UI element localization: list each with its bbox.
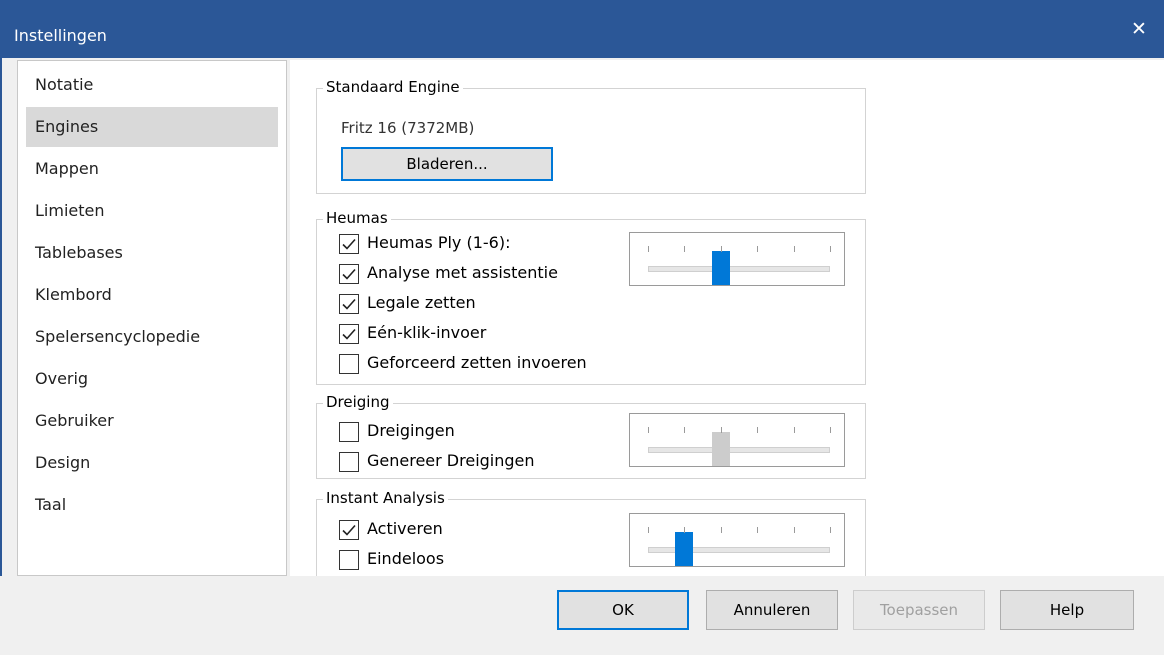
dreiging-group-label: Dreiging	[323, 393, 393, 411]
instant-analysis-group: Instant Analysis Activeren Eindeloos	[316, 489, 866, 579]
window-title: Instellingen	[14, 26, 107, 45]
checkbox-box	[339, 264, 359, 284]
instant-analysis-group-label: Instant Analysis	[323, 489, 448, 507]
slider-tick	[830, 427, 831, 433]
sidebar-item-tablebases[interactable]: Tablebases	[26, 233, 278, 273]
window-frame-left	[0, 58, 2, 655]
slider-tick	[793, 246, 795, 252]
legale-zetten-label: Legale zetten	[367, 293, 476, 312]
eindeloos-label: Eindeloos	[367, 549, 445, 568]
genereer-dreigingen-label: Genereer Dreigingen	[367, 451, 535, 470]
dreiging-slider[interactable]	[629, 413, 845, 467]
sidebar-item-notatie[interactable]: Notatie	[26, 65, 278, 105]
slider-tick	[757, 427, 759, 433]
checkmark-icon	[342, 268, 356, 280]
heumas-group-label: Heumas	[323, 209, 391, 227]
slider-tick	[720, 527, 722, 533]
slider-tick	[684, 427, 686, 433]
sidebar-item-gebruiker[interactable]: Gebruiker	[26, 401, 278, 441]
sidebar-item-spelersencyclopedie[interactable]: Spelersencyclopedie	[26, 317, 278, 357]
sidebar-item-taal[interactable]: Taal	[26, 485, 278, 525]
checkbox-box	[339, 234, 359, 254]
sidebar-item-overig[interactable]: Overig	[26, 359, 278, 399]
engine-name: Fritz 16 (7372MB)	[341, 119, 475, 137]
standard-engine-group: Standaard Engine Fritz 16 (7372MB) Blade…	[316, 78, 866, 194]
slider-tick	[757, 246, 759, 252]
checkbox-box	[339, 452, 359, 472]
slider-tick	[720, 427, 722, 433]
sidebar-item-mappen[interactable]: Mappen	[26, 149, 278, 189]
title-bar: Instellingen ✕	[0, 0, 1164, 58]
cancel-button[interactable]: Annuleren	[706, 590, 838, 630]
checkmark-icon	[342, 238, 356, 250]
help-button[interactable]: Help	[1000, 590, 1134, 630]
checkbox-box	[339, 520, 359, 540]
slider-thumb[interactable]	[711, 251, 730, 285]
heumas-ply-label: Heumas Ply (1-6):	[367, 233, 511, 252]
heumas-ply-slider[interactable]	[629, 232, 845, 286]
slider-tick	[648, 427, 649, 433]
dialog-footer: OK Annuleren Toepassen Help	[0, 576, 1164, 655]
dreiging-group: Dreiging Dreigingen Genereer Dreigingen	[316, 393, 866, 479]
ok-button[interactable]: OK	[557, 590, 689, 630]
dreigingen-label: Dreigingen	[367, 421, 455, 440]
apply-button: Toepassen	[853, 590, 985, 630]
slider-tick	[720, 246, 722, 252]
sidebar-item-limieten[interactable]: Limieten	[26, 191, 278, 231]
checkbox-box	[339, 354, 359, 374]
slider-track	[648, 266, 830, 272]
checkmark-icon	[342, 298, 356, 310]
analyse-met-assistentie-label: Analyse met assistentie	[367, 263, 558, 282]
checkbox-box	[339, 324, 359, 344]
instant-analysis-slider[interactable]	[629, 513, 845, 567]
slider-tick	[757, 527, 759, 533]
slider-tick	[830, 527, 831, 533]
slider-track	[648, 447, 830, 453]
checkbox-box	[339, 550, 359, 570]
sidebar-item-engines[interactable]: Engines	[26, 107, 278, 147]
checkmark-icon	[342, 524, 356, 536]
slider-tick	[648, 527, 649, 533]
slider-thumb[interactable]	[675, 532, 694, 566]
slider-tick	[793, 427, 795, 433]
slider-tick	[684, 527, 686, 533]
checkmark-icon	[342, 328, 356, 340]
settings-content: Standaard Engine Fritz 16 (7372MB) Blade…	[290, 60, 1164, 579]
heumas-group: Heumas Heumas Ply (1-6): Analyse met ass…	[316, 209, 866, 385]
settings-sidebar: Notatie Engines Mappen Limieten Tablebas…	[17, 60, 287, 576]
activeren-label: Activeren	[367, 519, 443, 538]
sidebar-item-design[interactable]: Design	[26, 443, 278, 483]
slider-tick	[648, 246, 649, 252]
slider-thumb[interactable]	[711, 432, 730, 466]
checkbox-box	[339, 294, 359, 314]
slider-tick	[793, 527, 795, 533]
standard-engine-group-label: Standaard Engine	[323, 78, 463, 96]
sidebar-item-klembord[interactable]: Klembord	[26, 275, 278, 315]
slider-tick	[830, 246, 831, 252]
checkbox-box	[339, 422, 359, 442]
slider-tick	[684, 246, 686, 252]
browse-button[interactable]: Bladeren...	[341, 147, 553, 181]
een-klik-invoer-label: Eén-klik-invoer	[367, 323, 487, 342]
close-icon[interactable]: ✕	[1128, 18, 1150, 40]
geforceerd-zetten-label: Geforceerd zetten invoeren	[367, 353, 587, 372]
